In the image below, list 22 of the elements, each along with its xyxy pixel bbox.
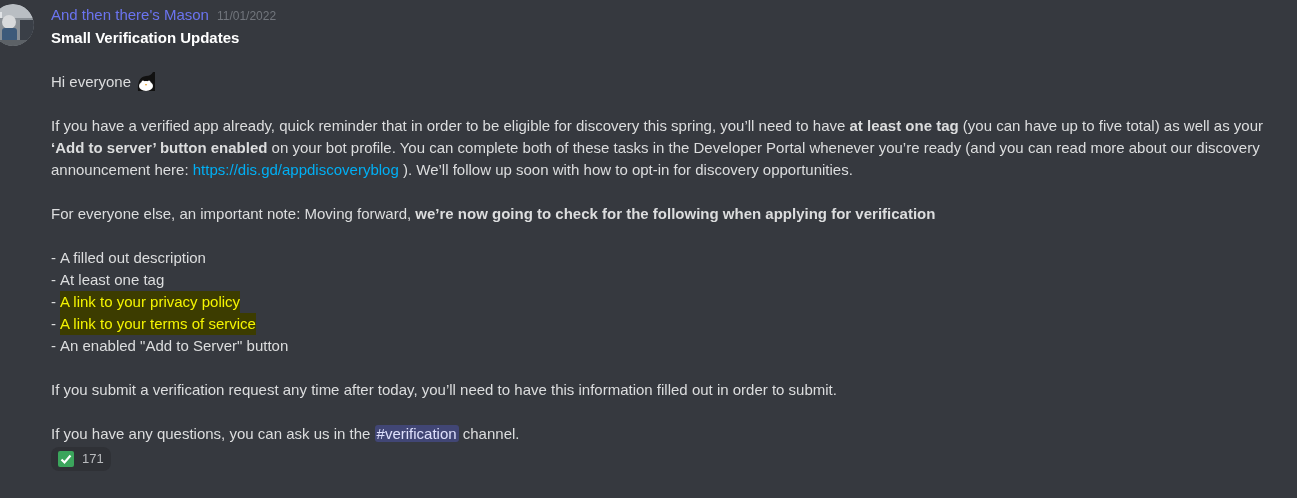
paragraph-text: If you have a verified app already, quick reminder that in order to be eligible for discovery this spring, you’ll need to have at least one tag (you can have up to five total) as well as your ‘Add to server’ button enabled on your bot profile. You can complete both of these tasks in the Developer Portal whenever you’re ready (and you can read more about our discovery announcement here: https://dis.gd/appdiscoveryblog ). We’ll follow up soon with how to opt-in for discovery opportunities. xyxy=(51,116,1265,180)
bullet-dash: - xyxy=(51,270,56,290)
reaction-button[interactable]: 171 xyxy=(51,447,111,471)
paragraph-text: If you submit a verification request any time after today, you’ll need to have this information filled out in order to submit. xyxy=(51,380,838,400)
bullet-dash: - xyxy=(51,314,56,334)
list-item-text: An enabled "Add to Server" button xyxy=(60,336,289,356)
message-title: Small Verification Updates xyxy=(51,28,241,48)
paragraph-text: For everyone else, an important note: Moving forward, we’re now going to check for the following when applying for verification xyxy=(51,204,937,224)
greeting-text: Hi everyone xyxy=(51,72,132,92)
penguin-icon xyxy=(135,71,158,93)
bullet-dash: - xyxy=(51,248,56,268)
list-item-text: A filled out description xyxy=(60,248,206,268)
timestamp: 11/01/2022 xyxy=(216,8,277,25)
bullet-dash: - xyxy=(51,292,56,312)
checkmark-icon xyxy=(58,451,74,467)
list-item-text: A link to your privacy policy xyxy=(60,291,241,313)
channel-mention[interactable]: #verification xyxy=(374,425,459,442)
bullet-dash: - xyxy=(51,336,56,356)
link[interactable]: https://dis.gd/appdiscoveryblog xyxy=(192,161,399,178)
list-item-text: At least one tag xyxy=(60,270,165,290)
list-item-text: A link to your terms of service xyxy=(60,313,256,335)
paragraph-text: If you have any questions, you can ask us in the #verification channel. xyxy=(51,424,521,444)
